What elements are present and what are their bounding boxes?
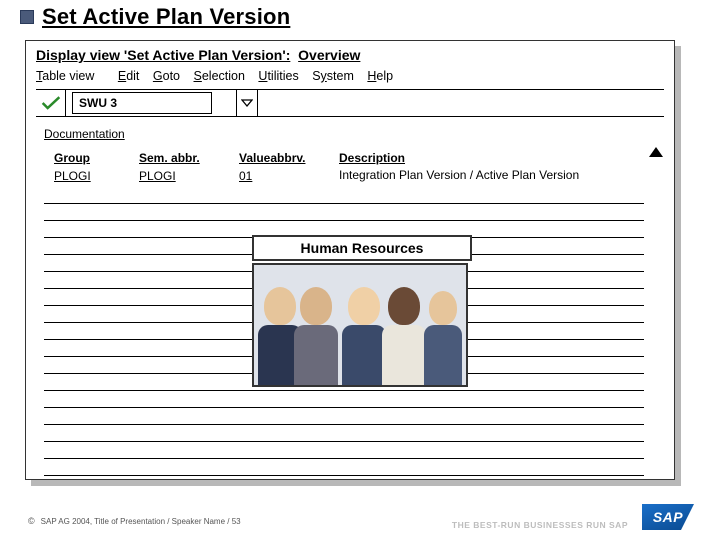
- table-row[interactable]: PLOGI PLOGI 01 Integration Plan Version …: [44, 167, 646, 185]
- cell-group: PLOGI: [44, 169, 139, 183]
- cell-desc: Integration Plan Version / Active Plan V…: [339, 169, 646, 182]
- col-header-group: Group: [44, 151, 139, 165]
- toolbar: SWU 3: [36, 89, 664, 117]
- grid-line: [44, 204, 644, 221]
- documentation-link[interactable]: Documentation: [26, 117, 674, 147]
- person-icon: [424, 271, 462, 385]
- grid-line: [44, 187, 644, 204]
- window-title: Display view 'Set Active Plan Version': …: [26, 41, 674, 67]
- menu-edit[interactable]: Edit: [118, 69, 140, 83]
- slide-title-row: Set Active Plan Version: [20, 4, 700, 30]
- hr-overlay: Human Resources: [252, 235, 472, 387]
- menu-help[interactable]: Help: [367, 69, 393, 83]
- window-title-right: Overview: [298, 47, 360, 63]
- col-header-sem: Sem. abbr.: [139, 151, 239, 165]
- menu-table-view[interactable]: Table view: [36, 69, 104, 83]
- menu-utilities[interactable]: Utilities: [258, 69, 298, 83]
- dropdown-icon[interactable]: [236, 90, 258, 116]
- cell-val: 01: [239, 169, 339, 183]
- person-icon: [294, 269, 338, 385]
- grid-line: [44, 442, 644, 459]
- tagline: THE BEST-RUN BUSINESSES RUN SAP: [452, 520, 628, 530]
- hr-image: [252, 263, 468, 387]
- window-title-left: Display view 'Set Active Plan Version':: [36, 47, 290, 63]
- menu-bar: Table view Edit Goto Selection Utilities…: [26, 67, 674, 89]
- scroll-up-icon[interactable]: [648, 145, 664, 159]
- grid-line: [44, 391, 644, 408]
- grid-line: [44, 425, 644, 442]
- col-header-val: Valueabbrv.: [239, 151, 339, 165]
- footer-right: THE BEST-RUN BUSINESSES RUN SAP SAP: [452, 504, 694, 530]
- menu-goto[interactable]: Goto: [153, 69, 180, 83]
- check-icon[interactable]: [36, 90, 66, 116]
- data-grid: Group Sem. abbr. Valueabbrv. Description…: [44, 149, 646, 476]
- sap-logo: SAP: [642, 504, 694, 530]
- col-header-desc: Description: [339, 151, 646, 165]
- cell-sem: PLOGI: [139, 169, 239, 183]
- sap-window: Display view 'Set Active Plan Version': …: [25, 40, 675, 480]
- title-bullet: [20, 10, 34, 24]
- footer-text: SAP AG 2004, Title of Presentation / Spe…: [41, 517, 241, 526]
- copyright-icon: ©: [28, 516, 35, 526]
- transaction-code-input[interactable]: SWU 3: [72, 92, 212, 114]
- person-icon: [382, 277, 426, 385]
- footer-left: © SAP AG 2004, Title of Presentation / S…: [28, 516, 241, 526]
- hr-title: Human Resources: [252, 235, 472, 261]
- window-body: Display view 'Set Active Plan Version': …: [25, 40, 675, 480]
- slide-title: Set Active Plan Version: [42, 4, 290, 30]
- menu-system[interactable]: System: [312, 69, 354, 83]
- person-icon: [342, 285, 386, 385]
- grid-header-row: Group Sem. abbr. Valueabbrv. Description: [44, 149, 646, 167]
- grid-line: [44, 459, 644, 476]
- grid-line: [44, 408, 644, 425]
- menu-selection[interactable]: Selection: [194, 69, 245, 83]
